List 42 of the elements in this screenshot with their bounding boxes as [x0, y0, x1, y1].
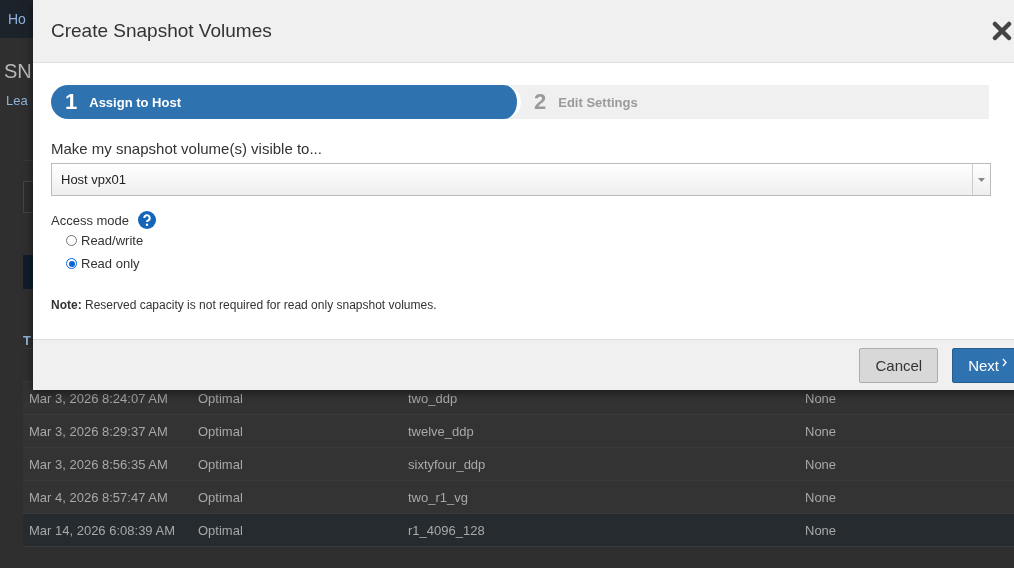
table-row[interactable]: Mar 14, 2026 6:08:39 AM Optimal r1_4096_128 None	[23, 514, 1014, 547]
table-cell-text: Mar 14, 2026 6:08:39 AM	[29, 522, 176, 538]
table-cell-text: Mar 3, 2026 8:56:35 AM	[29, 456, 169, 472]
table-cell-text: Optimal	[198, 423, 244, 439]
table-cell-text: twelve_ddp	[408, 423, 475, 439]
dialog-title: Create Snapshot Volumes	[51, 20, 272, 42]
table-row[interactable]: Mar 3, 2026 8:29:37 AM Optimal twelve_ddp None	[23, 415, 1014, 448]
table-cell-text: two_r1_vg	[408, 489, 469, 505]
table-cell-text: r1_4096_128	[408, 522, 486, 538]
page-heading: SN	[3, 59, 32, 83]
table-cell-text: sixtyfour_ddp	[408, 456, 487, 472]
table-row[interactable]: Mar 4, 2026 8:57:47 AM Optimal two_r1_vg None	[23, 481, 1014, 514]
table-cell-text: None	[805, 489, 838, 505]
chevron-right-icon	[1002, 357, 1007, 367]
table-cell-text: two_ddp	[408, 390, 459, 406]
column-header[interactable]: T	[23, 333, 31, 348]
table-cell-text: Mar 3, 2026 8:24:07 AM	[29, 390, 169, 406]
next-button[interactable]: Next	[952, 347, 1014, 383]
table-cell-text: Optimal	[198, 390, 244, 406]
learn-link[interactable]: Lea	[0, 83, 30, 108]
radio-option[interactable]: Read only	[66, 256, 1009, 271]
cancel-button[interactable]: Cancel	[859, 347, 939, 383]
table-cell-text: None	[805, 522, 838, 538]
table-cell-text: Optimal	[198, 456, 244, 472]
wizard-step[interactable]: 1 Assign to Host	[51, 85, 521, 119]
table-cell-text: None	[805, 456, 838, 472]
table-cell-text: Mar 3, 2026 8:29:37 AM	[29, 423, 169, 439]
host-select[interactable]: Host vpx01	[51, 163, 991, 196]
caret-icon	[978, 177, 985, 182]
table-cell-text: Optimal	[198, 522, 244, 538]
note-text: Note: Reserved capacity is not required for read only snapshot volumes.	[51, 298, 438, 312]
breadcrumb-link[interactable]: Ho	[8, 11, 26, 27]
close-button[interactable]	[992, 21, 1012, 41]
help-icon[interactable]	[138, 211, 157, 229]
table-row[interactable]: Mar 3, 2026 8:56:35 AM Optimal sixtyfour_ddp None	[23, 448, 1014, 481]
table-cell-text: Mar 4, 2026 8:57:47 AM	[29, 489, 169, 505]
table-cell-text: Optimal	[198, 489, 244, 505]
radio-option[interactable]: Read/write	[66, 233, 1009, 248]
host-label: Make my snapshot volume(s) visible to...	[51, 140, 323, 157]
table-cell-text: None	[805, 390, 838, 406]
access-mode-label: Access mode	[51, 212, 130, 228]
table-cell-text: None	[805, 423, 838, 439]
